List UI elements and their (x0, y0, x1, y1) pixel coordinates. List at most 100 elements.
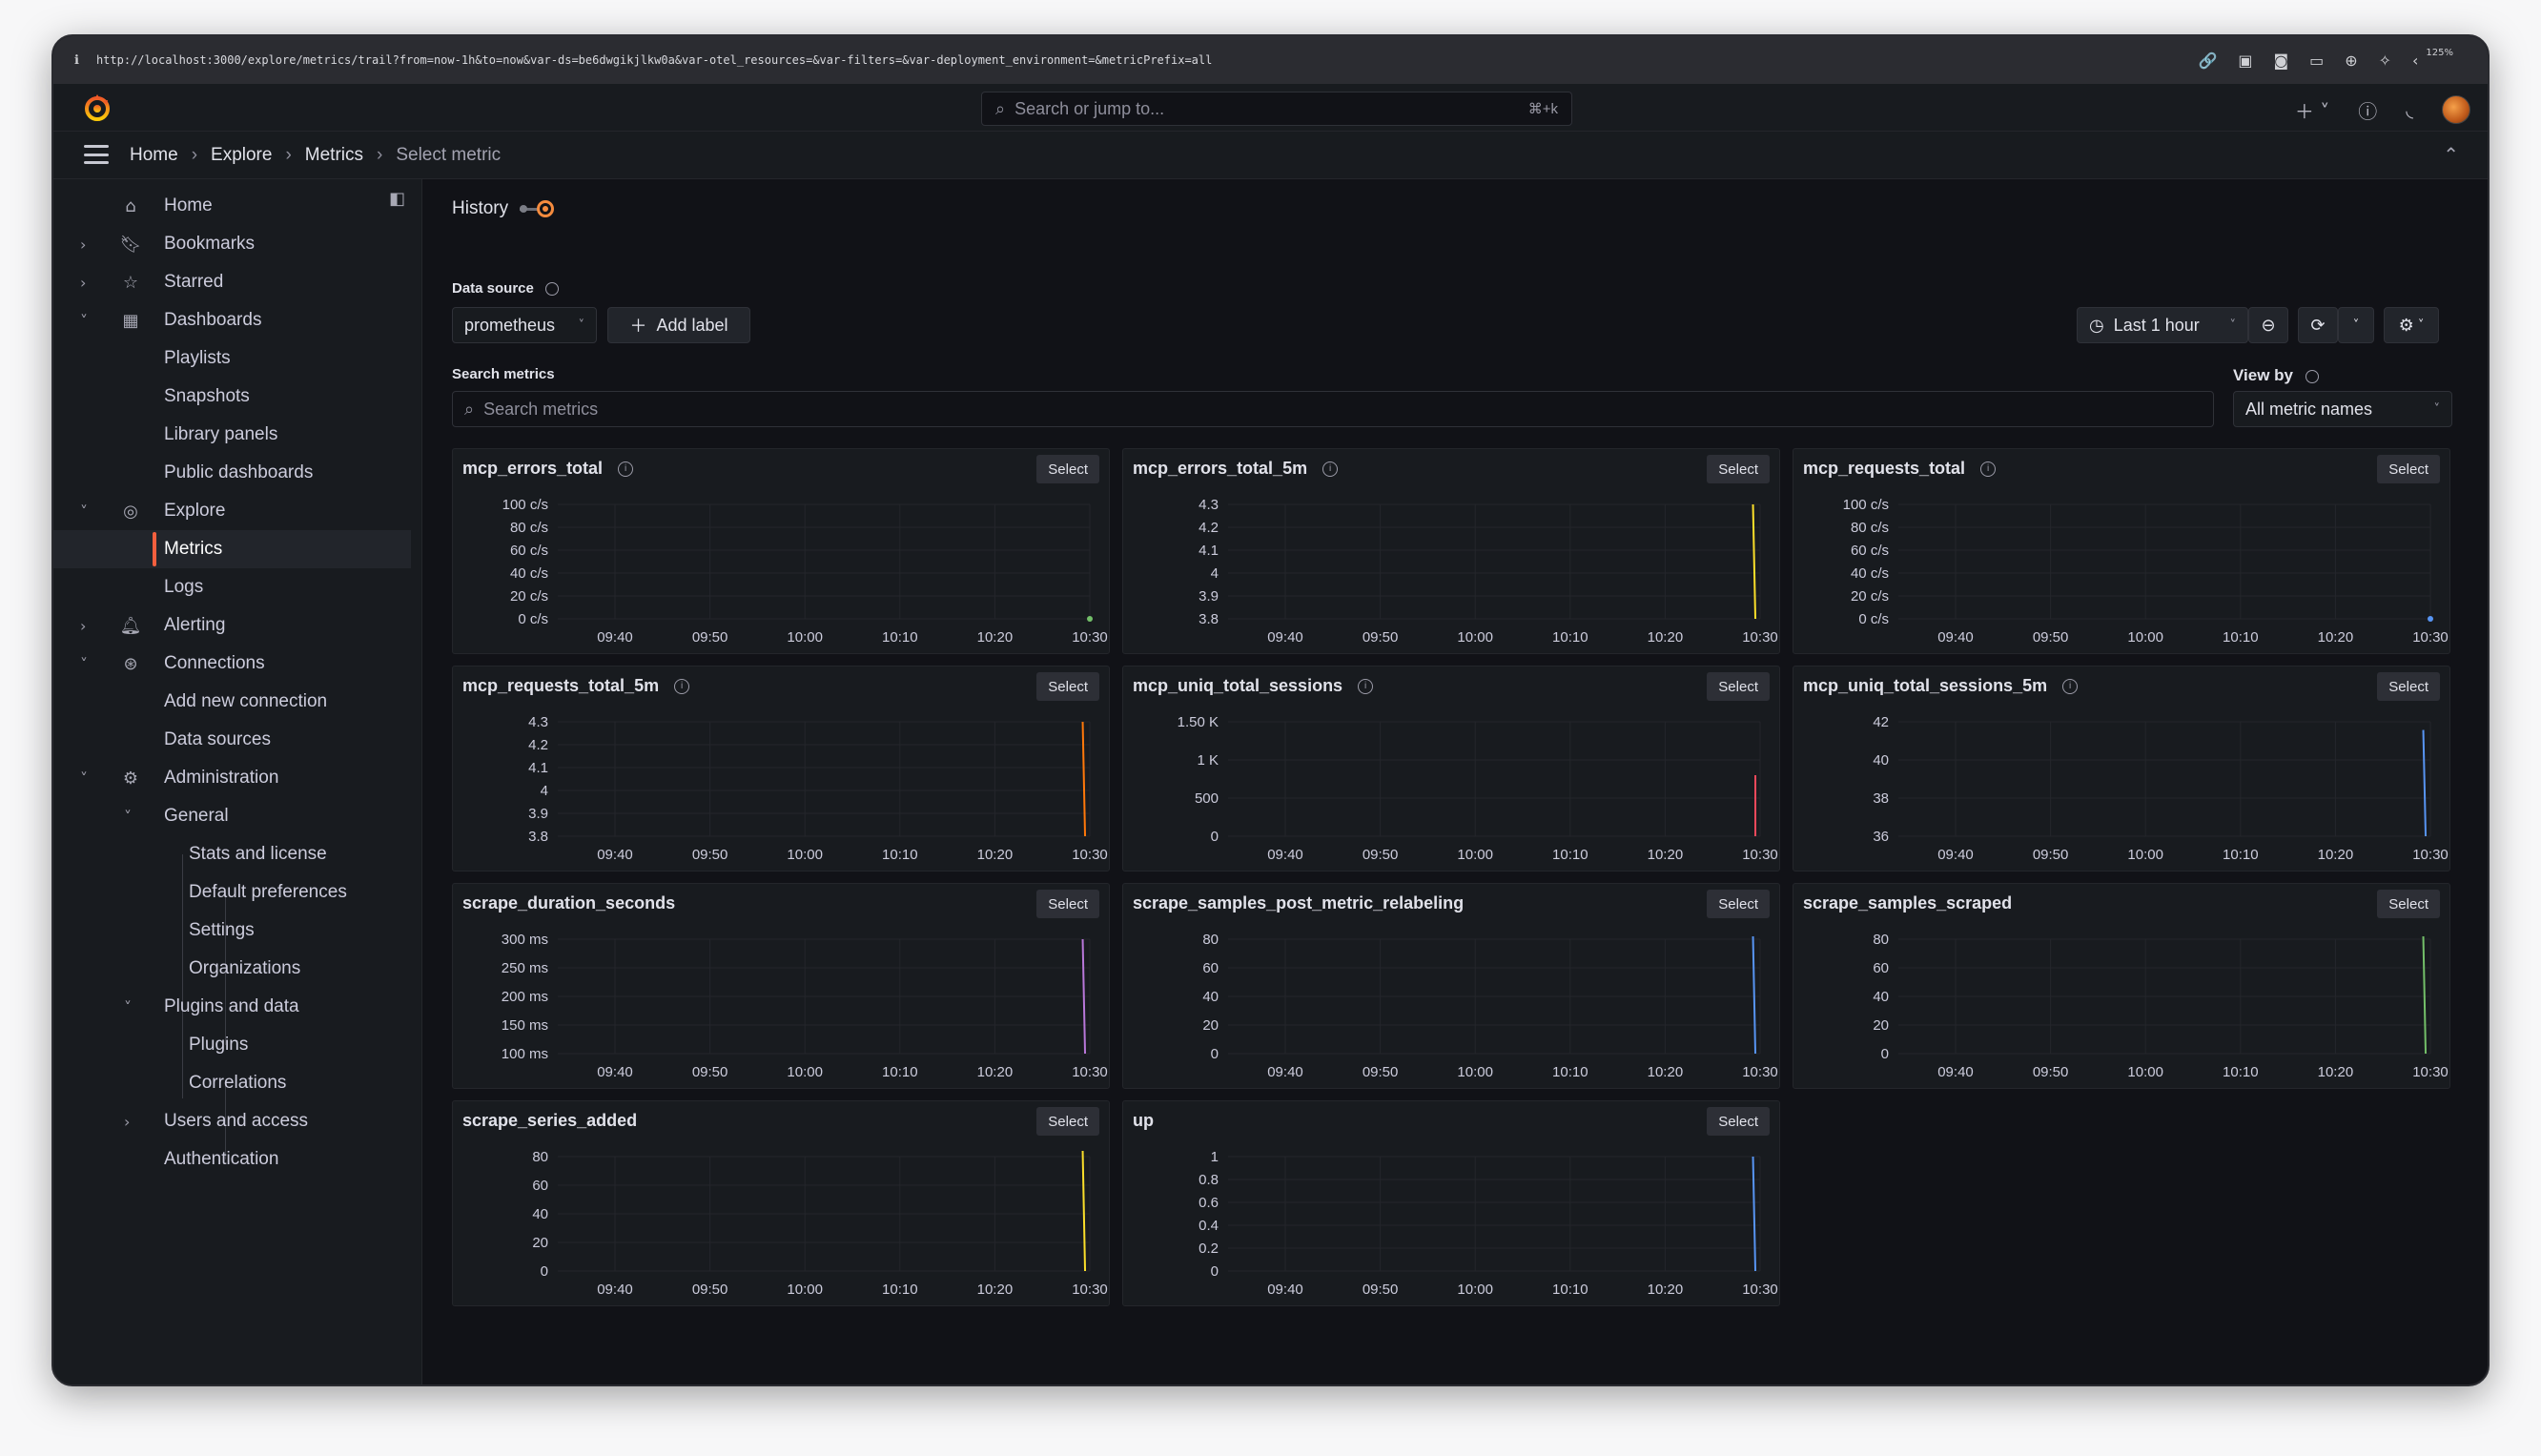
view-by-select[interactable]: All metric names ˅ (2233, 391, 2452, 427)
refresh-interval-dropdown[interactable]: ˅ (2338, 307, 2374, 343)
grafana-logo-icon[interactable] (82, 92, 113, 123)
info-circle-icon[interactable]: i (1980, 461, 1997, 477)
info-circle-icon[interactable]: i (2062, 678, 2079, 694)
camera-icon[interactable]: ◙ (2274, 51, 2289, 70)
metric-name: scrape_samples_scraped (1803, 893, 2013, 913)
chevron-right-icon[interactable]: › (80, 236, 93, 254)
chevron-down-icon[interactable]: ˅ (80, 769, 93, 788)
chevron-down-icon[interactable]: ˅ (124, 998, 137, 1016)
sidebar-item-administration[interactable]: ˅ ⚙ Administration (53, 759, 411, 797)
sidebar-item-library-panels[interactable]: Library panels (53, 416, 411, 454)
sidebar-item-connections[interactable]: ˅ ⊛ Connections (53, 645, 411, 683)
x-tick-label: 10:30 (2412, 847, 2449, 863)
sidebar-item-users-and-access[interactable]: › Users and access (53, 1102, 411, 1140)
info-circle-icon[interactable]: i (618, 461, 634, 477)
sidebar-item-settings[interactable]: Settings (53, 912, 411, 950)
select-metric-button[interactable]: Select (1707, 455, 1770, 483)
history-timeline-icon[interactable] (520, 200, 558, 217)
sidebar-item-data-sources[interactable]: Data sources (53, 721, 411, 759)
add-new-plus-icon[interactable]: ＋ ˅ (2295, 96, 2329, 124)
info-icon[interactable]: ℹ (74, 52, 79, 68)
select-metric-button[interactable]: Select (1707, 890, 1770, 918)
y-tick-label: 80 (1873, 932, 1889, 948)
extension-icon[interactable]: ✧ (2379, 51, 2391, 70)
info-circle-icon[interactable]: i (1358, 678, 1374, 694)
x-tick-label: 09:40 (597, 847, 633, 863)
search-metrics-input[interactable]: ⌕ Search metrics (452, 391, 2214, 427)
top-navigation: ⌕ Search or jump to... ⌘+k ＋ ˅ ⓘ ◟ (53, 84, 2488, 132)
help-icon[interactable]: ⓘ (2358, 96, 2377, 124)
sidebar-item-bookmarks[interactable]: › 🔖︎ Bookmarks (53, 225, 411, 263)
chevron-right-icon[interactable]: › (124, 1113, 137, 1131)
info-circle-icon[interactable]: i (1322, 461, 1339, 477)
chevron-right-icon[interactable]: › (80, 274, 93, 292)
news-rss-icon[interactable]: ◟ (2406, 98, 2413, 121)
globe-icon[interactable]: ⊕ (2345, 51, 2357, 70)
sidebar-item-home[interactable]: ⌂ Home (53, 187, 411, 225)
collapse-chevron-up-icon[interactable]: ⌃ (2443, 143, 2459, 167)
sidebar-item-alerting[interactable]: › 🔔︎ Alerting (53, 606, 411, 645)
sidebar-item-stats-and-license[interactable]: Stats and license (53, 835, 411, 873)
datasource-select[interactable]: prometheus ˅ (452, 307, 597, 343)
info-circle-icon[interactable] (2305, 369, 2319, 383)
chevron-down-icon[interactable]: ˅ (124, 808, 137, 826)
select-metric-button[interactable]: Select (1036, 1107, 1099, 1136)
sidebar-item-starred[interactable]: › ☆ Starred (53, 263, 411, 301)
add-label-button[interactable]: ＋ Add label (607, 307, 750, 343)
sidebar-item-logs[interactable]: Logs (53, 568, 411, 606)
link-icon[interactable]: 🔗 (2198, 51, 2217, 70)
sidebar-item-authentication[interactable]: Authentication (53, 1140, 411, 1179)
menu-toggle-icon[interactable] (84, 145, 109, 164)
settings-button[interactable]: ⚙ ˅ (2384, 307, 2439, 343)
select-metric-button[interactable]: Select (1707, 672, 1770, 701)
url-text[interactable]: http://localhost:3000/explore/metrics/tr… (96, 53, 2199, 67)
sidebar-item-general[interactable]: ˅ General (53, 797, 411, 835)
chevron-down-icon[interactable]: ˅ (80, 655, 93, 673)
select-metric-button[interactable]: Select (1036, 455, 1099, 483)
sidebar-item-plugins-and-data[interactable]: ˅ Plugins and data (53, 988, 411, 1026)
time-range-picker[interactable]: ◷ Last 1 hour ˅ (2077, 307, 2248, 343)
history-toggle[interactable]: History (452, 198, 558, 219)
sidebar-item-default-preferences[interactable]: Default preferences (53, 873, 411, 912)
sidebar-item-playlists[interactable]: Playlists (53, 339, 411, 378)
select-metric-button[interactable]: Select (1036, 890, 1099, 918)
refresh-button[interactable]: ⟳ (2298, 307, 2338, 343)
select-metric-button[interactable]: Select (2377, 890, 2440, 918)
select-metric-button[interactable]: Select (1707, 1107, 1770, 1136)
url-bar[interactable]: ℹ http://localhost:3000/explore/metrics/… (53, 36, 2488, 84)
info-circle-icon[interactable] (545, 282, 560, 297)
zoom-out-button[interactable]: ⊖ (2248, 307, 2288, 343)
global-search-input[interactable]: ⌕ Search or jump to... ⌘+k (981, 92, 1572, 126)
sidebar-item-correlations[interactable]: Correlations (53, 1064, 411, 1102)
breadcrumb-metrics[interactable]: Metrics (305, 145, 363, 166)
sidebar-item-dashboards[interactable]: ˅ ▦ Dashboards (53, 301, 411, 339)
select-metric-button[interactable]: Select (1036, 672, 1099, 701)
select-metric-button[interactable]: Select (2377, 672, 2440, 701)
sidebar-item-snapshots[interactable]: Snapshots (53, 378, 411, 416)
info-circle-icon[interactable]: i (674, 678, 690, 694)
screenshot-icon[interactable]: ▣ (2238, 51, 2252, 70)
sidebar-item-organizations[interactable]: Organizations (53, 950, 411, 988)
breadcrumb-explore[interactable]: Explore (211, 145, 272, 166)
user-avatar[interactable] (2442, 95, 2470, 124)
chevron-right-icon[interactable]: › (80, 617, 93, 635)
window-icon[interactable]: ▭ (2309, 51, 2324, 70)
view-by-label-wrap: View by (2233, 366, 2319, 385)
chevron-down-icon[interactable]: ˅ (80, 312, 93, 330)
select-metric-button[interactable]: Select (2377, 455, 2440, 483)
browser-window: ℹ http://localhost:3000/explore/metrics/… (51, 34, 2490, 1386)
sidebar-item-add-new-connection[interactable]: Add new connection (53, 683, 411, 721)
sidebar-item-public-dashboards[interactable]: Public dashboards (53, 454, 411, 492)
chevron-down-icon[interactable]: ˅ (80, 502, 93, 521)
y-tick-label: 0 (541, 1263, 548, 1280)
series-line (1752, 935, 1757, 1055)
back-chevron-icon[interactable]: ‹ (2412, 51, 2418, 70)
sidebar-item-plugins[interactable]: Plugins (53, 1026, 411, 1064)
metric-name: mcp_requests_total (1803, 459, 1966, 478)
metric-panel-title: scrape_series_added (462, 1111, 637, 1131)
y-tick-label: 3.9 (528, 806, 548, 822)
breadcrumb-home[interactable]: Home (130, 145, 178, 166)
x-tick-label: 09:40 (597, 629, 633, 646)
sidebar-item-explore[interactable]: ˅ ◎ Explore (53, 492, 411, 530)
sidebar-item-metrics[interactable]: Metrics (53, 530, 411, 568)
